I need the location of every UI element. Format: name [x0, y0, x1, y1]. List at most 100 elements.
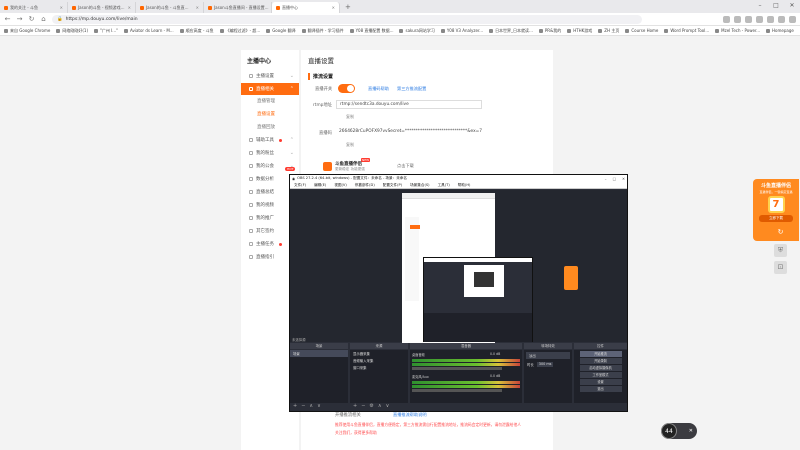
bookmark-item[interactable]: 网络刚刚好(1) [56, 28, 88, 34]
rtmp-field[interactable]: rtmp://sendtc3a.douyu.com/live [336, 100, 482, 109]
exit-button[interactable]: 退出 [579, 386, 622, 392]
third-party-config-link[interactable]: 第三方推流配置 [397, 86, 426, 92]
bookmark-item[interactable]: Word Prompt Tool... [664, 28, 709, 33]
profile-avatar[interactable] [778, 15, 785, 23]
bookmark-item[interactable]: Y08 直播配置 数据... [349, 28, 393, 34]
sidebar-item-live[interactable]: 直播相关 ⌃ [241, 83, 299, 95]
stream-key-field[interactable]: 2664628rCuPOFX97vvSecret=***************… [336, 128, 482, 137]
minimize-icon[interactable]: – [752, 0, 768, 13]
scene-item[interactable]: 场景 [290, 350, 348, 357]
sidebar-subitem-settings[interactable]: 直播设置 [257, 111, 275, 117]
bookmark-item[interactable]: Y08 V3 Analyzer... [440, 28, 483, 33]
browser-tab[interactable]: Jason的斗鱼 - 视频游戏... ✕ [68, 2, 136, 13]
menu-icon[interactable] [789, 15, 796, 23]
transition-select[interactable]: 淡出 [526, 352, 570, 359]
extension-icon[interactable] [756, 15, 763, 23]
viewer-count-badge[interactable]: 44 ✕ [661, 423, 697, 439]
menu-docks[interactable]: 停靠部件(D) [355, 183, 375, 188]
menu-help[interactable]: 帮助(H) [458, 183, 471, 188]
bookmark-item[interactable]: PR&我的 [538, 28, 561, 34]
sidebar-item-settings[interactable]: 主播设置 ⌄ [241, 70, 299, 82]
bookmark-item[interactable]: ZH 主页 [598, 28, 619, 34]
source-item[interactable]: 窗口采集 [350, 364, 408, 371]
extension-icon[interactable] [734, 15, 741, 23]
up-icon[interactable]: ∧ [378, 403, 382, 410]
bookmark-item[interactable]: Mzel Tech - Power... [715, 28, 760, 33]
duration-input[interactable]: 300 ms [536, 362, 554, 367]
menu-view[interactable]: 视图(V) [334, 183, 346, 188]
sidebar-subitem-replay[interactable]: 直播回放 [257, 124, 275, 130]
browser-tab[interactable]: Jason斗鱼直播间 - 直播设置...✕ [204, 2, 272, 13]
new-tab-button[interactable]: + [340, 2, 356, 13]
bookmark-item[interactable]: 顺应高度 - 斗鱼 [179, 28, 214, 34]
bookmark-item[interactable]: 日本世界_日本就读... [489, 28, 533, 34]
copy-rtmp-button[interactable]: 复制 [346, 114, 354, 120]
remove-icon[interactable]: − [361, 403, 365, 410]
up-icon[interactable]: ∧ [309, 403, 313, 410]
source-item[interactable]: 音频输入采集 [350, 357, 408, 364]
close-icon[interactable]: ✕ [332, 5, 335, 10]
shield-float-button[interactable]: ⛨ [774, 244, 787, 257]
maximize-icon[interactable]: □ [613, 177, 616, 181]
bookmark-item[interactable]: "广州 I..." [94, 28, 118, 34]
bookmark-item[interactable]: 翻译插件 - 学习插件 [301, 28, 344, 34]
bookmark-item[interactable]: 来自 Google Chrome [4, 28, 50, 34]
extension-icon[interactable] [723, 15, 730, 23]
download-link[interactable]: 点击下载 [397, 163, 414, 169]
gear-icon[interactable]: ⚙ [369, 403, 373, 410]
forward-icon[interactable]: → [16, 15, 23, 23]
live-toggle[interactable] [338, 84, 355, 93]
extension-icon[interactable] [745, 15, 752, 23]
ad-download-button[interactable]: 立即下载 [759, 215, 793, 222]
settings-button[interactable]: 设置 [579, 379, 622, 385]
browser-tab[interactable]: Jason的斗鱼 - 斗鱼直... ✕ [136, 2, 204, 13]
window-float-button[interactable]: ⊡ [774, 261, 787, 274]
close-icon[interactable]: ✕ [196, 5, 199, 10]
close-icon[interactable]: ✕ [128, 5, 131, 10]
bookmark-item[interactable]: HTHK游戏 [567, 28, 592, 34]
menu-scene-collection[interactable]: 场景集合(S) [410, 183, 429, 188]
start-recording-button[interactable]: 开始录制 [579, 358, 622, 364]
menu-file[interactable]: 文件(F) [294, 183, 306, 188]
volume-slider[interactable] [412, 389, 502, 392]
bookmark-item[interactable]: 《编程过滤》- 超... [219, 28, 260, 34]
menu-edit[interactable]: 编辑(E) [314, 183, 326, 188]
sidebar-subitem-manage[interactable]: 直播管理 [257, 98, 275, 104]
menu-tools[interactable]: 工具(T) [438, 183, 450, 188]
push-help-link[interactable]: 直播推流帮助说明 [393, 412, 427, 418]
volume-slider[interactable] [412, 367, 502, 370]
down-icon[interactable]: ∨ [386, 403, 390, 410]
address-bar[interactable]: 🔒 https://mp.douyu.com/live/main [52, 14, 642, 24]
virtual-camera-button[interactable]: 启动虚拟摄像机 [579, 365, 622, 371]
home-icon[interactable]: ⌂ [40, 15, 47, 23]
studio-mode-button[interactable]: 工作室模式 [579, 372, 622, 378]
bookmark-item[interactable]: Google 翻译 [266, 28, 296, 34]
live-code-help-link[interactable]: 直播码帮助 [368, 86, 389, 92]
menu-profile[interactable]: 配置文件(P) [383, 183, 402, 188]
close-icon[interactable]: ✕ [60, 5, 63, 10]
copy-key-button[interactable]: 复制 [346, 142, 354, 148]
sidebar-item-tools[interactable]: 辅助工具 ⌃ [241, 134, 299, 146]
bookmark-item[interactable]: Aviator ds Learn - M... [123, 28, 174, 33]
obs-preview-canvas[interactable] [290, 190, 627, 354]
extension-icon[interactable] [767, 15, 774, 23]
browser-tab[interactable]: 我的关注 - 斗鱼 ✕ [0, 2, 68, 13]
back-icon[interactable]: ← [4, 15, 11, 23]
close-icon[interactable]: ✕ [622, 177, 625, 181]
remove-icon[interactable]: − [301, 403, 305, 410]
minimize-icon[interactable]: – [605, 177, 607, 181]
maximize-icon[interactable]: □ [768, 0, 784, 13]
bookmark-item[interactable]: Homepage [766, 28, 794, 33]
bookmark-item[interactable]: sakura网站学习 [399, 28, 435, 34]
close-icon[interactable]: ✕ [689, 428, 693, 434]
browser-tab-active[interactable]: 直播中心 ✕ [272, 2, 340, 13]
down-icon[interactable]: ∨ [317, 403, 321, 410]
add-icon[interactable]: + [353, 403, 357, 410]
start-streaming-button[interactable]: 开始推流 [579, 351, 622, 357]
reload-icon[interactable]: ↻ [28, 15, 35, 23]
bookmark-item[interactable]: Course Home [625, 28, 658, 33]
source-item[interactable]: 显示器采集 [350, 350, 408, 357]
close-window-icon[interactable]: ✕ [784, 0, 800, 13]
refresh-float-button[interactable]: ↻ [774, 226, 787, 239]
add-icon[interactable]: + [293, 403, 297, 410]
